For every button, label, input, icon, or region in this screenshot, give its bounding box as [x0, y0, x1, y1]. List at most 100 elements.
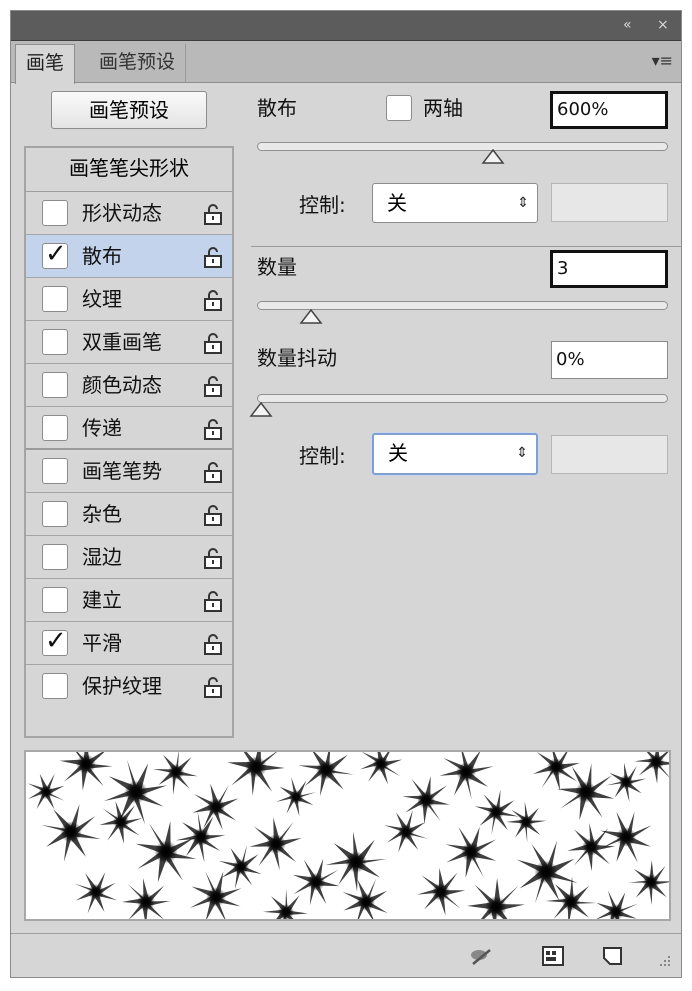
option-row[interactable]: 湿边 [26, 536, 232, 579]
scatter-slider-thumb[interactable] [481, 149, 505, 165]
option-label: 双重画笔 [82, 330, 162, 354]
option-label: 颜色动态 [82, 373, 162, 397]
unlock-icon[interactable] [202, 375, 224, 397]
brush-star-mark [226, 752, 286, 797]
option-checkbox[interactable]: ✓ [42, 626, 68, 656]
brush-star-mark [430, 752, 502, 808]
checkmark-icon: ✓ [45, 239, 67, 269]
brush-star-mark [588, 884, 644, 919]
panel-footer [11, 933, 681, 977]
option-row[interactable]: 画笔笔势 [26, 450, 232, 493]
brush-panel: « × 画笔 画笔预设 ▾≡ 画笔预设 画笔笔尖形状 形状动态 ✓ 散布 纹理 双重画笔… [10, 10, 682, 978]
both-axes-checkbox[interactable] [386, 95, 412, 121]
unlock-icon[interactable] [202, 547, 224, 569]
scatter-value-field[interactable]: 600% [550, 91, 668, 129]
option-checkbox[interactable] [42, 329, 68, 355]
brush-star-mark [119, 875, 173, 919]
unlock-icon[interactable] [202, 203, 224, 225]
brush-tip-shape-item[interactable]: 画笔笔尖形状 [26, 148, 232, 192]
close-icon[interactable]: × [657, 16, 669, 34]
unlock-icon[interactable] [202, 676, 224, 698]
brush-star-mark [400, 774, 452, 826]
option-label: 建立 [82, 588, 122, 612]
option-row[interactable]: 杂色 [26, 493, 232, 536]
option-row[interactable]: 颜色动态 [26, 364, 232, 407]
brush-star-mark [499, 795, 553, 849]
resize-grip-icon[interactable] [656, 952, 672, 968]
brush-stroke-preview-image [26, 752, 669, 919]
option-label: 保护纹理 [82, 674, 162, 698]
count-jitter-label: 数量抖动 [257, 346, 337, 370]
count-jitter-control-label: 控制: [299, 444, 346, 468]
option-checkbox[interactable] [42, 673, 68, 699]
unlock-icon[interactable] [202, 590, 224, 612]
tab-brush-presets[interactable]: 画笔预设 [89, 44, 187, 83]
brush-star-mark [95, 752, 177, 833]
unlock-icon[interactable] [202, 461, 224, 483]
option-checkbox[interactable] [42, 286, 68, 312]
count-jitter-control-extra-field [551, 435, 668, 474]
brush-stroke-preview [24, 750, 671, 921]
brush-star-mark [599, 755, 653, 809]
option-row[interactable]: 纹理 [26, 278, 232, 321]
count-slider-thumb[interactable] [299, 309, 323, 325]
both-axes-label: 两轴 [423, 96, 463, 120]
option-label: 传递 [82, 416, 122, 440]
scatter-label: 散布 [257, 96, 297, 120]
unlock-icon[interactable] [202, 633, 224, 655]
brush-star-mark [145, 752, 207, 803]
option-checkbox[interactable] [42, 372, 68, 398]
option-label: 杂色 [82, 502, 122, 526]
select-arrows-icon: ⇕ [516, 445, 528, 461]
option-row[interactable]: ✓ 平滑 [26, 622, 232, 665]
count-jitter-value-field[interactable]: 0% [551, 341, 668, 379]
brush-star-mark [439, 820, 503, 884]
option-label: 画笔笔势 [82, 459, 162, 483]
new-brush-icon[interactable] [601, 944, 625, 968]
option-checkbox[interactable] [42, 200, 68, 226]
option-label: 纹理 [82, 287, 122, 311]
panel-title-bar: « × [11, 11, 681, 41]
scatter-control-label: 控制: [299, 193, 346, 217]
tab-brush[interactable]: 画笔 [15, 44, 76, 84]
tab-bar: 画笔 画笔预设 ▾≡ [11, 41, 681, 84]
select-arrows-icon: ⇕ [517, 195, 529, 211]
option-checkbox[interactable] [42, 415, 68, 441]
unlock-icon[interactable] [202, 504, 224, 526]
scatter-control-select[interactable]: 关 ⇕ [372, 183, 538, 223]
option-row[interactable]: 传递 [26, 407, 232, 450]
option-label: 平滑 [82, 631, 122, 655]
brush-star-mark [620, 851, 669, 913]
option-row[interactable]: 保护纹理 [26, 665, 232, 708]
brush-star-mark [376, 802, 436, 862]
panel-menu-icon[interactable]: ▾≡ [652, 51, 673, 70]
option-checkbox[interactable] [42, 501, 68, 527]
brush-grid-icon[interactable] [541, 944, 565, 968]
option-checkbox[interactable] [42, 458, 68, 484]
brush-star-mark [66, 862, 126, 919]
option-row[interactable]: 形状动态 [26, 192, 232, 235]
count-jitter-slider-thumb[interactable] [249, 402, 273, 418]
unlock-icon[interactable] [202, 289, 224, 311]
scatter-control-value: 关 [387, 191, 407, 215]
count-value-field[interactable]: 3 [550, 250, 668, 288]
brush-star-mark [244, 812, 308, 876]
option-checkbox[interactable]: ✓ [42, 239, 68, 269]
unlock-icon[interactable] [202, 418, 224, 440]
toggle-live-tip-preview-icon[interactable] [469, 944, 493, 968]
scatter-control-extra-field [551, 183, 668, 222]
option-label: 形状动态 [82, 201, 162, 225]
scatter-slider[interactable] [257, 142, 668, 151]
count-jitter-slider[interactable] [257, 394, 668, 403]
option-row[interactable]: 建立 [26, 579, 232, 622]
option-checkbox[interactable] [42, 587, 68, 613]
brush-star-mark [353, 752, 409, 792]
option-row[interactable]: ✓ 散布 [26, 235, 232, 278]
unlock-icon[interactable] [202, 332, 224, 354]
collapse-icon[interactable]: « [623, 16, 632, 34]
count-jitter-control-select[interactable]: 关 ⇕ [372, 433, 538, 475]
option-checkbox[interactable] [42, 544, 68, 570]
unlock-icon[interactable] [202, 246, 224, 268]
option-row[interactable]: 双重画笔 [26, 321, 232, 364]
brush-presets-button[interactable]: 画笔预设 [51, 91, 207, 129]
